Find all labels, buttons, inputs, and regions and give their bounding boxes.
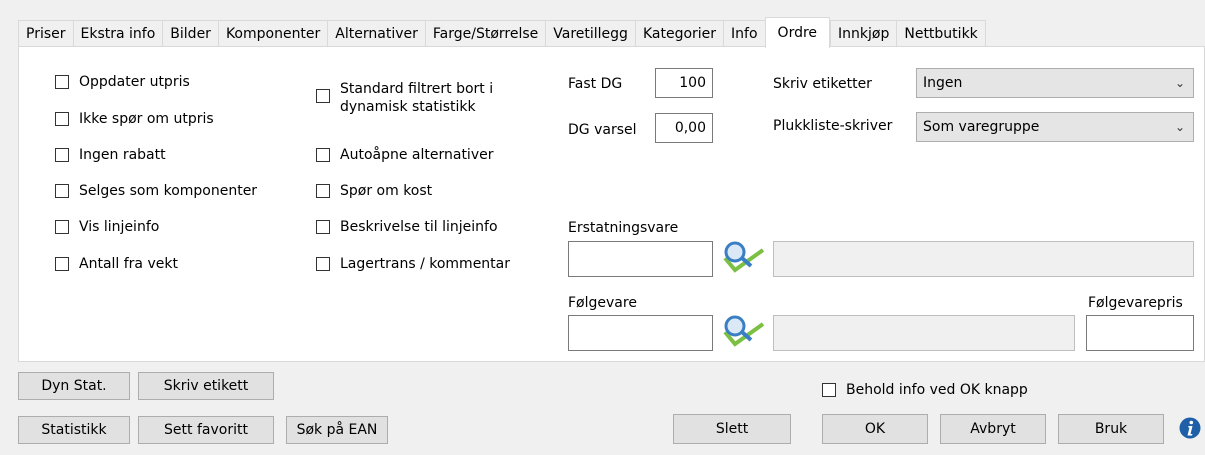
tab-priser[interactable]: Priser [18, 20, 73, 47]
folgevare-description [773, 315, 1075, 351]
checkbox-box[interactable] [316, 89, 330, 103]
ok-button[interactable]: OK [822, 414, 928, 444]
avbryt-button[interactable]: Avbryt [940, 414, 1046, 444]
checkbox-label: Ikke spør om utpris [79, 111, 214, 127]
checkbox-selges-som-komponenter[interactable]: Selges som komponenter [55, 182, 257, 200]
fast-dg-field[interactable]: 100 [655, 68, 713, 98]
checkbox-ikke-spor-om-utpris[interactable]: Ikke spør om utpris [55, 110, 214, 128]
checkbox-behold-info[interactable]: Behold info ved OK knapp [822, 381, 1028, 399]
sok-pa-ean-button[interactable]: Søk på EAN [286, 416, 388, 444]
slett-button[interactable]: Slett [673, 414, 791, 444]
tab-bar: Priser Ekstra info Bilder Komponenter Al… [18, 17, 986, 48]
tab-alternativer[interactable]: Alternativer [327, 20, 425, 47]
skriv-etiketter-label: Skriv etiketter [773, 76, 872, 92]
folgevare-label: Følgevare [568, 295, 637, 311]
erstatningsvare-label: Erstatningsvare [568, 220, 679, 236]
checkbox-ingen-rabatt[interactable]: Ingen rabatt [55, 146, 166, 164]
checkbox-box[interactable] [316, 148, 330, 162]
checkbox-box[interactable] [55, 184, 69, 198]
checkbox-antall-fra-vekt[interactable]: Antall fra vekt [55, 255, 178, 273]
checkbox-label: Ingen rabatt [79, 147, 166, 163]
tab-komponenter[interactable]: Komponenter [217, 20, 328, 47]
checkbox-box[interactable] [55, 220, 69, 234]
checkbox-box[interactable] [55, 257, 69, 271]
checkbox-vis-linjeinfo[interactable]: Vis linjeinfo [55, 218, 159, 236]
checkbox-lagertrans-kommentar[interactable]: Lagertrans / kommentar [316, 255, 510, 273]
checkbox-label-line1: Standard filtrert bort i [340, 81, 494, 97]
chevron-down-icon: ⌄ [1174, 76, 1185, 90]
info-icon[interactable] [1179, 417, 1201, 439]
statistikk-button[interactable]: Statistikk [18, 416, 130, 444]
checkbox-box[interactable] [316, 184, 330, 198]
tab-innkjop[interactable]: Innkjøp [830, 20, 897, 47]
skriv-etiketter-value: Ingen [923, 75, 963, 91]
tab-bilder[interactable]: Bilder [162, 20, 218, 47]
checkbox-box[interactable] [822, 383, 836, 397]
dg-varsel-label: DG varsel [568, 122, 637, 138]
search-lookup-icon[interactable] [719, 240, 767, 274]
checkbox-spor-om-kost[interactable]: Spør om kost [316, 182, 432, 200]
checkbox-label: Autoåpne alternativer [340, 147, 494, 163]
bruk-button[interactable]: Bruk [1058, 414, 1164, 444]
checkbox-box[interactable] [316, 257, 330, 271]
checkbox-label: Selges som komponenter [79, 183, 258, 199]
search-lookup-icon[interactable] [719, 314, 767, 348]
checkbox-label-line2: dynamisk statistikk [340, 99, 476, 115]
checkbox-label: Beskrivelse til linjeinfo [340, 219, 498, 235]
checkbox-label: Behold info ved OK knapp [846, 382, 1028, 398]
plukkliste-skriver-value: Som varegruppe [923, 119, 1040, 135]
sett-favoritt-button[interactable]: Sett favoritt [138, 416, 274, 444]
folgevare-field[interactable] [568, 315, 713, 351]
chevron-down-icon: ⌄ [1174, 120, 1185, 134]
erstatningsvare-description [773, 241, 1194, 277]
checkbox-autoapne-alternativer[interactable]: Autoåpne alternativer [316, 146, 493, 164]
plukkliste-skriver-select[interactable]: Som varegruppe ⌄ [916, 112, 1194, 142]
erstatningsvare-field[interactable] [568, 241, 713, 277]
checkbox-label: Standard filtrert bort i dynamisk statis… [340, 80, 493, 116]
checkbox-label: Vis linjeinfo [79, 219, 160, 235]
checkbox-standard-filtrert[interactable]: Standard filtrert bort i dynamisk statis… [316, 80, 493, 116]
tab-varetillegg[interactable]: Varetillegg [545, 20, 635, 47]
checkbox-box[interactable] [55, 75, 69, 89]
checkbox-beskrivelse-til-linjeinfo[interactable]: Beskrivelse til linjeinfo [316, 218, 498, 236]
skriv-etikett-button[interactable]: Skriv etikett [138, 372, 274, 400]
checkbox-oppdater-utpris[interactable]: Oppdater utpris [55, 73, 190, 91]
tab-nettbutikk[interactable]: Nettbutikk [896, 20, 986, 47]
checkbox-box[interactable] [316, 220, 330, 234]
checkbox-label: Oppdater utpris [79, 74, 190, 90]
checkbox-box[interactable] [55, 148, 69, 162]
tab-farge-storrelse[interactable]: Farge/Størrelse [424, 20, 546, 47]
tab-kategorier[interactable]: Kategorier [634, 20, 724, 47]
tab-ekstra-info[interactable]: Ekstra info [72, 20, 163, 47]
folgevarepris-field[interactable] [1086, 315, 1194, 351]
skriv-etiketter-select[interactable]: Ingen ⌄ [916, 68, 1194, 98]
dg-varsel-field[interactable]: 0,00 [655, 113, 713, 143]
checkbox-label: Antall fra vekt [79, 256, 178, 272]
checkbox-label: Lagertrans / kommentar [340, 256, 511, 272]
checkbox-box[interactable] [55, 112, 69, 126]
tab-info[interactable]: Info [723, 20, 765, 47]
checkbox-label: Spør om kost [340, 183, 433, 199]
fast-dg-label: Fast DG [568, 76, 623, 92]
folgevarepris-label: Følgevarepris [1088, 295, 1183, 311]
plukkliste-skriver-label: Plukkliste-skriver [773, 118, 893, 134]
dyn-stat-button[interactable]: Dyn Stat. [18, 372, 130, 400]
tab-ordre[interactable]: Ordre [764, 17, 831, 48]
